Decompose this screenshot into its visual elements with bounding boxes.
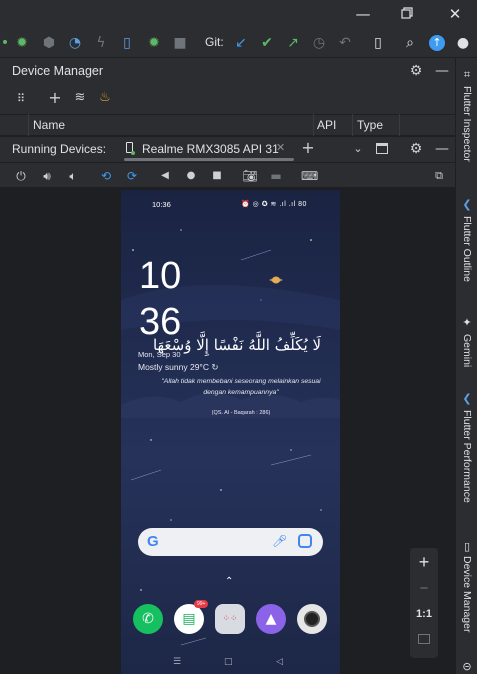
notification-badge: 99+	[194, 600, 209, 608]
phone-screen[interactable]: 10:36 ⏰ ◎ ✪ ≋ .ıl .ıl 80 10 36 لَا يُكَل…	[121, 190, 340, 674]
ide-window: — ✕ • ✹ ⬢ ◔ ϟ ▯ ✹ ■ Git: ↙ ✔ ↗ ◷ ↶ ▯ ⌕ ↑…	[0, 0, 477, 674]
column-api[interactable]: API	[317, 118, 336, 132]
device-manager-tab[interactable]: Device Manager	[461, 556, 473, 632]
debug-icon[interactable]: ✹	[13, 34, 31, 52]
volume-up-icon[interactable]: 🔊︎	[39, 168, 55, 184]
power-icon[interactable]: ⏻	[13, 168, 29, 184]
column-name[interactable]: Name	[33, 118, 65, 132]
group-devices-icon[interactable]: ⠿	[13, 91, 29, 107]
firebase-icon[interactable]: ♨	[97, 90, 113, 106]
google-lens-icon[interactable]	[298, 534, 312, 548]
search-icon[interactable]: ⌕	[401, 34, 419, 52]
hot-reload-icon[interactable]: ϟ	[92, 34, 110, 52]
git-rollback-icon[interactable]: ↶	[336, 34, 354, 52]
flutter-outline-icon[interactable]: ❮	[460, 198, 474, 212]
google-search-bar[interactable]	[138, 528, 323, 556]
device-mirroring-icon[interactable]: ▯	[369, 34, 387, 52]
screen-record-icon[interactable]: ▬	[268, 168, 284, 184]
tab-underline	[124, 158, 294, 161]
rotate-right-icon[interactable]: ⟳	[124, 168, 140, 184]
flutter-outline-tab[interactable]: Flutter Outline	[461, 216, 473, 282]
settings-gear-icon[interactable]: ⚙	[408, 63, 424, 79]
right-tool-stripe: ⌗ Flutter Inspector ❮ Flutter Outline ✦ …	[455, 58, 477, 674]
hide-panel-icon[interactable]: —	[434, 63, 450, 79]
link-icon[interactable]: ⊝	[460, 660, 474, 674]
column-divider	[28, 114, 29, 136]
app-folder-icon[interactable]: ⁘⁘	[215, 604, 245, 634]
lock-date: Mon, Sep 30	[138, 350, 181, 359]
git-label: Git:	[205, 35, 224, 49]
stop-icon[interactable]: ■	[171, 34, 189, 52]
tab-device-label: Realme RMX3085 API 31	[142, 142, 279, 156]
run-indicator-icon[interactable]: •	[0, 34, 14, 52]
device-table-header	[0, 114, 455, 136]
flutter-inspector-tab[interactable]: Flutter Inspector	[461, 86, 473, 162]
git-commit-icon[interactable]: ✔	[258, 34, 276, 52]
home-nav-icon[interactable]: □	[224, 657, 233, 667]
back-nav-icon[interactable]: ◁	[276, 657, 283, 667]
messages-app-icon[interactable]: ▤	[174, 604, 204, 634]
column-type[interactable]: Type	[357, 118, 383, 132]
tool-window-title: Device Manager	[12, 64, 104, 78]
actual-size-button[interactable]: 1:1	[410, 608, 438, 620]
column-divider	[313, 114, 314, 136]
chevron-down-icon[interactable]: ⌄	[350, 141, 366, 157]
apply-changes-icon[interactable]: ▯	[118, 34, 136, 52]
clock-hour: 10	[139, 255, 182, 297]
new-tab-icon[interactable]: +	[300, 140, 316, 156]
device-manager-icon[interactable]: ▯	[460, 540, 474, 554]
flutter-inspector-icon[interactable]: ⌗	[460, 68, 474, 82]
git-push-icon[interactable]: ↗	[284, 34, 302, 52]
window-mode-icon[interactable]	[376, 143, 388, 154]
flutter-performance-tab[interactable]: Flutter Performance	[461, 410, 473, 503]
zoom-to-fit-icon[interactable]: ⧉	[431, 168, 447, 184]
device-manager-toolbar	[0, 86, 455, 114]
screenshot-icon[interactable]: 📷︎	[242, 168, 258, 184]
phone-app-icon[interactable]: ✆	[133, 604, 163, 634]
quote-text: "Allah tidak membebani seseorang melaink…	[161, 378, 321, 396]
close-window-icon[interactable]: ✕	[445, 4, 465, 24]
google-icon: G	[147, 533, 159, 550]
weather-text: Mostly sunny 29°C ↻	[138, 362, 219, 372]
add-device-icon[interactable]: +	[47, 90, 63, 106]
account-icon[interactable]: ●	[454, 34, 472, 52]
git-update-icon[interactable]: ↙	[232, 34, 250, 52]
zoom-in-button[interactable]: +	[410, 552, 438, 573]
keyboard-icon[interactable]: ⌨	[301, 168, 318, 184]
update-icon[interactable]: ↑	[429, 35, 445, 51]
quote-source: (QS. Al - Baqarah : 286)	[211, 410, 271, 416]
status-time: 10:36	[152, 200, 171, 209]
running-dot-icon	[131, 151, 135, 155]
microphone-icon[interactable]: 🎤︎	[272, 534, 287, 548]
back-icon[interactable]: ◀	[157, 168, 173, 184]
running-devices-label: Running Devices:	[12, 142, 107, 156]
app-drawer-chevron-icon[interactable]: ⌃	[225, 576, 233, 587]
camera-app-icon[interactable]	[297, 604, 327, 634]
restore-icon[interactable]	[397, 4, 417, 24]
close-tab-icon[interactable]: ✕	[276, 141, 285, 154]
gemini-tab[interactable]: Gemini	[461, 334, 473, 367]
rotate-left-icon[interactable]: ⟲	[98, 168, 114, 184]
overview-icon[interactable]: ■	[209, 168, 225, 184]
status-icons: ⏰ ◎ ✪ ≋ .ıl .ıl 80	[241, 201, 307, 208]
home-icon[interactable]: ●	[183, 168, 199, 184]
hide-panel-icon[interactable]: —	[434, 141, 450, 157]
minimize-icon[interactable]: —	[353, 4, 373, 24]
gemini-icon[interactable]: ✦	[460, 316, 474, 330]
gallery-app-icon[interactable]: ▲	[256, 604, 286, 634]
flutter-performance-icon[interactable]: ❮	[460, 392, 474, 406]
volume-down-icon[interactable]: 🔈︎	[65, 168, 81, 184]
settings-gear-icon[interactable]: ⚙	[408, 141, 424, 157]
menu-nav-icon[interactable]: ☰	[173, 657, 181, 667]
fit-screen-icon[interactable]	[418, 634, 430, 644]
coverage-icon[interactable]: ⬢	[40, 34, 58, 52]
wifi-pairing-icon[interactable]: ≋	[72, 90, 88, 106]
attach-debugger-icon[interactable]: ✹	[145, 34, 163, 52]
column-divider	[352, 114, 353, 136]
column-divider	[399, 114, 400, 136]
git-history-icon[interactable]: ◷	[310, 34, 328, 52]
profiler-icon[interactable]: ◔	[66, 34, 84, 52]
zoom-out-button[interactable]: −	[410, 580, 438, 597]
